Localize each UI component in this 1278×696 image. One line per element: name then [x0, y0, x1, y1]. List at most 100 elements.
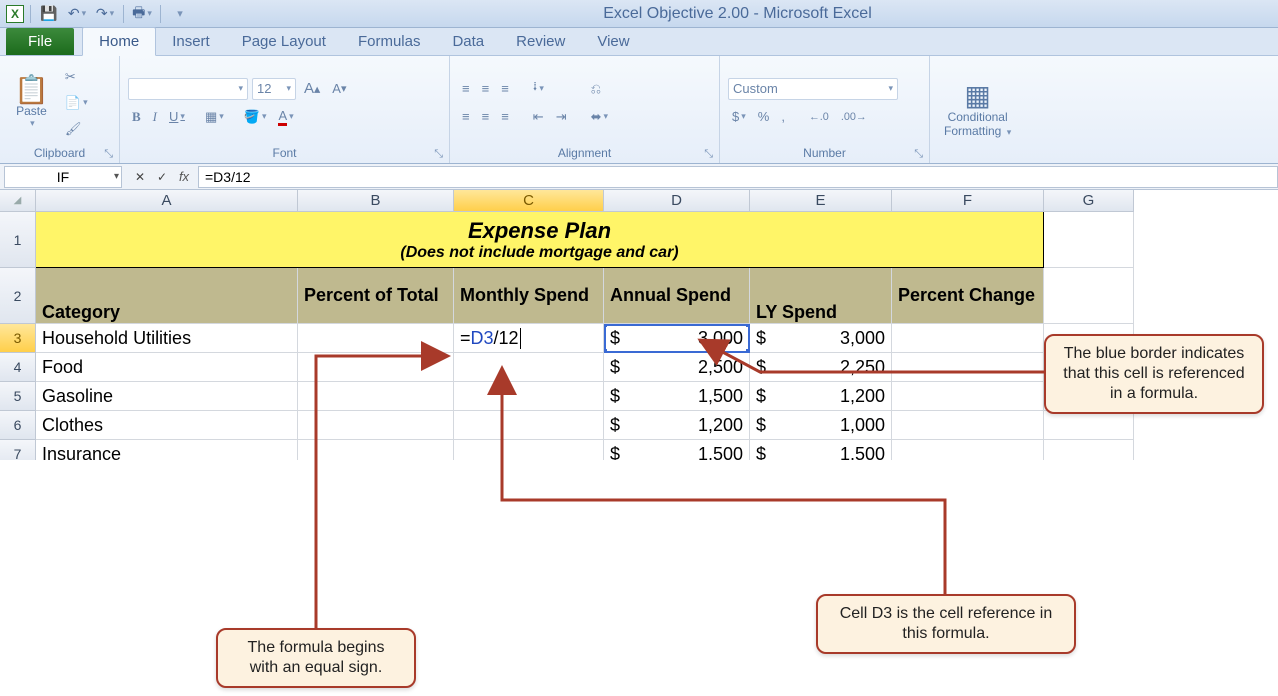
header-annual-spend[interactable]: Annual Spend — [604, 268, 750, 324]
header-ly-spend[interactable]: LY Spend — [750, 268, 892, 324]
undo-icon[interactable]: ↶▾ — [65, 3, 89, 25]
dialog-launcher-icon[interactable]: ⤡ — [104, 148, 113, 161]
italic-button[interactable]: I — [149, 106, 161, 128]
paste-button[interactable]: 📋 Paste ▾ — [8, 74, 55, 131]
cell-D6[interactable]: $1,200 — [604, 411, 750, 440]
col-header-E[interactable]: E — [750, 190, 892, 212]
row-header-2[interactable]: 2 — [0, 268, 36, 324]
chevron-down-icon[interactable]: ▾ — [114, 171, 119, 182]
align-center-icon[interactable]: ≡ — [478, 106, 494, 128]
header-category[interactable]: Category — [36, 268, 298, 324]
cell[interactable] — [1044, 268, 1134, 324]
underline-button[interactable]: U▾ — [165, 106, 189, 128]
col-header-G[interactable]: G — [1044, 190, 1134, 212]
cell-A5[interactable]: Gasoline — [36, 382, 298, 411]
cut-icon[interactable]: ✂ — [61, 66, 92, 88]
cell-A4[interactable]: Food — [36, 353, 298, 382]
formula-input[interactable]: =D3/12 — [198, 166, 1278, 188]
cell-B3[interactable] — [298, 324, 454, 353]
tab-view[interactable]: View — [581, 28, 645, 55]
cell[interactable] — [1044, 411, 1134, 440]
row-header-4[interactable]: 4 — [0, 353, 36, 382]
font-color-icon[interactable]: A▾ — [274, 106, 297, 128]
cell-B4[interactable] — [298, 353, 454, 382]
dialog-launcher-icon[interactable]: ⤡ — [434, 148, 443, 161]
grow-font-icon[interactable]: A▴ — [300, 78, 324, 100]
cell[interactable] — [1044, 440, 1134, 460]
cell-C5[interactable] — [454, 382, 604, 411]
cell-D3[interactable]: $3,000 — [604, 324, 750, 353]
cell[interactable] — [1044, 212, 1134, 268]
tab-review[interactable]: Review — [500, 28, 581, 55]
percent-format-icon[interactable]: % — [754, 106, 774, 128]
row-header-1[interactable]: 1 — [0, 212, 36, 268]
comma-format-icon[interactable]: , — [777, 106, 789, 128]
merge-center-icon[interactable]: ⬌▾ — [587, 106, 612, 128]
font-size-combo[interactable]: 12▾ — [252, 78, 296, 100]
row-header-6[interactable]: 6 — [0, 411, 36, 440]
copy-icon[interactable]: 📄▾ — [61, 92, 92, 114]
cell-A3[interactable]: Household Utilities — [36, 324, 298, 353]
shrink-font-icon[interactable]: A▾ — [328, 78, 350, 100]
select-all-corner[interactable]: ◢ — [0, 190, 36, 212]
dialog-launcher-icon[interactable]: ⤡ — [914, 148, 923, 161]
wrap-text-icon[interactable]: ⎌ — [587, 78, 612, 100]
align-right-icon[interactable]: ≡ — [497, 106, 513, 128]
cell-A6[interactable]: Clothes — [36, 411, 298, 440]
increase-decimal-icon[interactable]: ←.0 — [805, 106, 833, 128]
increase-indent-icon[interactable]: ⇥ — [552, 106, 571, 128]
row-header-7[interactable]: 7 — [0, 440, 36, 460]
col-header-C[interactable]: C — [454, 190, 604, 212]
decrease-decimal-icon[interactable]: .00→ — [837, 106, 871, 128]
format-painter-icon[interactable]: 🖌 — [61, 118, 92, 140]
col-header-A[interactable]: A — [36, 190, 298, 212]
cancel-edit-icon[interactable]: ✕ — [130, 167, 150, 187]
col-header-D[interactable]: D — [604, 190, 750, 212]
enter-edit-icon[interactable]: ✓ — [152, 167, 172, 187]
redo-icon[interactable]: ↷▾ — [93, 3, 117, 25]
number-format-combo[interactable]: Custom▾ — [728, 78, 898, 100]
tab-file[interactable]: File — [6, 28, 74, 55]
col-header-F[interactable]: F — [892, 190, 1044, 212]
cell-E7[interactable]: $1,500 — [750, 440, 892, 460]
accounting-format-icon[interactable]: $▾ — [728, 106, 750, 128]
tab-page-layout[interactable]: Page Layout — [226, 28, 342, 55]
cell-D5[interactable]: $1,500 — [604, 382, 750, 411]
cell-D7[interactable]: $1,500 — [604, 440, 750, 460]
row-header-3[interactable]: 3 — [0, 324, 36, 353]
title-cell[interactable]: Expense Plan (Does not include mortgage … — [36, 212, 1044, 268]
name-box[interactable]: IF▾ — [4, 166, 122, 188]
header-percent-of-total[interactable]: Percent of Total — [298, 268, 454, 324]
tab-insert[interactable]: Insert — [156, 28, 226, 55]
cell-C7[interactable] — [454, 440, 604, 460]
decrease-indent-icon[interactable]: ⇤ — [529, 106, 548, 128]
align-bottom-icon[interactable]: ≡ — [497, 78, 513, 100]
orientation-icon[interactable]: ⭭▾ — [529, 78, 548, 100]
row-header-5[interactable]: 5 — [0, 382, 36, 411]
cell-F6[interactable] — [892, 411, 1044, 440]
print-icon[interactable]: 🖶▾ — [130, 3, 154, 25]
dialog-launcher-icon[interactable]: ⤡ — [704, 148, 713, 161]
fill-color-icon[interactable]: 🪣▾ — [240, 106, 271, 128]
insert-function-icon[interactable]: fx — [174, 167, 194, 187]
cell-B7[interactable] — [298, 440, 454, 460]
cell-C4[interactable] — [454, 353, 604, 382]
align-middle-icon[interactable]: ≡ — [478, 78, 494, 100]
col-header-B[interactable]: B — [298, 190, 454, 212]
header-monthly-spend[interactable]: Monthly Spend — [454, 268, 604, 324]
align-left-icon[interactable]: ≡ — [458, 106, 474, 128]
save-icon[interactable]: 💾 — [37, 3, 61, 25]
cell-C6[interactable] — [454, 411, 604, 440]
customize-qat-icon[interactable]: ▾ — [167, 3, 191, 25]
conditional-formatting-button[interactable]: ▦ Conditional Formatting ▾ — [938, 80, 1017, 140]
header-percent-change[interactable]: Percent Change — [892, 268, 1044, 324]
cell-E3[interactable]: $3,000 — [750, 324, 892, 353]
font-name-combo[interactable]: ▾ — [128, 78, 248, 100]
cell-E6[interactable]: $1,000 — [750, 411, 892, 440]
cell-F5[interactable] — [892, 382, 1044, 411]
cell-D4[interactable]: $2,500 — [604, 353, 750, 382]
cell-B6[interactable] — [298, 411, 454, 440]
tab-data[interactable]: Data — [436, 28, 500, 55]
cell-F7[interactable] — [892, 440, 1044, 460]
align-top-icon[interactable]: ≡ — [458, 78, 474, 100]
